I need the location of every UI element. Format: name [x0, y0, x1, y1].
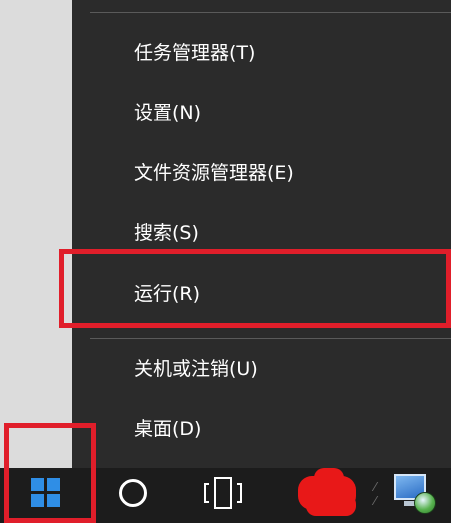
menu-separator	[90, 12, 451, 13]
redacted-app-icon[interactable]	[296, 468, 360, 516]
menu-separator	[90, 338, 451, 339]
desktop-background	[0, 0, 72, 460]
menu-item-shutdown[interactable]: 关机或注销(U)	[72, 343, 451, 395]
run-highlight-box	[59, 249, 451, 328]
start-highlight-box	[4, 423, 96, 523]
separator-mark-icon: ⁄ ⁄	[374, 480, 377, 508]
menu-item-desktop[interactable]: 桌面(D)	[72, 403, 451, 455]
winx-context-menu: 任务管理器(T) 设置(N) 文件资源管理器(E) 搜索(S) 运行(R) 关机…	[72, 0, 451, 468]
network-icon[interactable]	[392, 472, 436, 516]
cortana-circle-icon[interactable]	[119, 479, 147, 507]
menu-item-task-manager[interactable]: 任务管理器(T)	[72, 27, 451, 79]
menu-item-settings[interactable]: 设置(N)	[72, 87, 451, 139]
task-view-icon[interactable]	[204, 477, 246, 509]
menu-item-file-explorer[interactable]: 文件资源管理器(E)	[72, 147, 451, 199]
